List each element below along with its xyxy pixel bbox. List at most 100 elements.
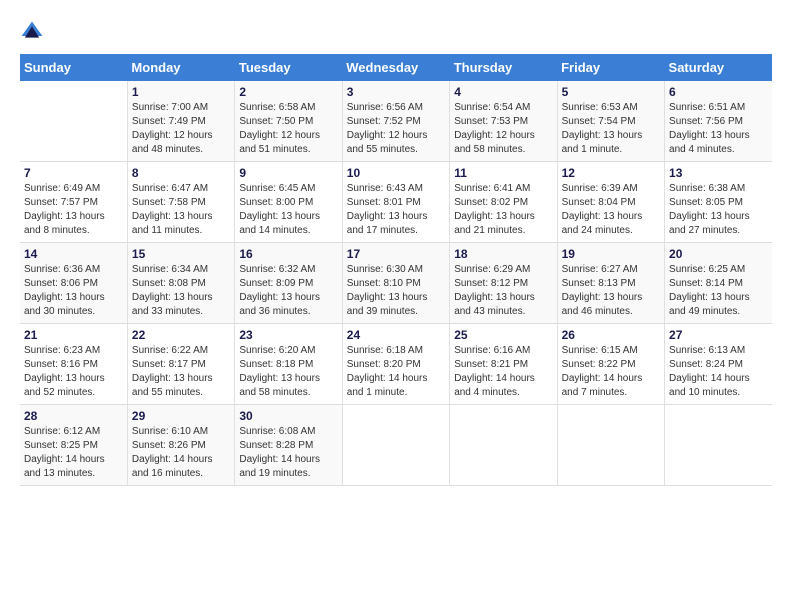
day-info: Sunrise: 6:38 AMSunset: 8:05 PMDaylight:… [669, 183, 750, 236]
calendar-cell: 9 Sunrise: 6:45 AMSunset: 8:00 PMDayligh… [235, 162, 342, 243]
day-number: 5 [562, 85, 660, 99]
day-info: Sunrise: 6:08 AMSunset: 8:28 PMDaylight:… [239, 426, 320, 479]
header-thursday: Thursday [450, 54, 557, 81]
day-info: Sunrise: 6:56 AMSunset: 7:52 PMDaylight:… [347, 102, 428, 155]
header-monday: Monday [127, 54, 234, 81]
header-wednesday: Wednesday [342, 54, 449, 81]
calendar-cell: 16 Sunrise: 6:32 AMSunset: 8:09 PMDaylig… [235, 243, 342, 324]
calendar-cell: 12 Sunrise: 6:39 AMSunset: 8:04 PMDaylig… [557, 162, 664, 243]
day-number: 6 [669, 85, 768, 99]
calendar-cell: 29 Sunrise: 6:10 AMSunset: 8:26 PMDaylig… [127, 405, 234, 486]
day-info: Sunrise: 6:22 AMSunset: 8:17 PMDaylight:… [132, 345, 213, 398]
calendar-week-2: 7 Sunrise: 6:49 AMSunset: 7:57 PMDayligh… [20, 162, 772, 243]
calendar-cell: 2 Sunrise: 6:58 AMSunset: 7:50 PMDayligh… [235, 81, 342, 162]
day-number: 4 [454, 85, 552, 99]
day-number: 28 [24, 409, 123, 423]
day-number: 13 [669, 166, 768, 180]
day-number: 23 [239, 328, 337, 342]
day-info: Sunrise: 6:32 AMSunset: 8:09 PMDaylight:… [239, 264, 320, 317]
calendar-cell [20, 81, 127, 162]
calendar-cell: 3 Sunrise: 6:56 AMSunset: 7:52 PMDayligh… [342, 81, 449, 162]
day-info: Sunrise: 6:41 AMSunset: 8:02 PMDaylight:… [454, 183, 535, 236]
page-header [20, 20, 772, 44]
day-info: Sunrise: 6:25 AMSunset: 8:14 PMDaylight:… [669, 264, 750, 317]
day-info: Sunrise: 6:13 AMSunset: 8:24 PMDaylight:… [669, 345, 750, 398]
calendar-cell: 25 Sunrise: 6:16 AMSunset: 8:21 PMDaylig… [450, 324, 557, 405]
day-info: Sunrise: 6:54 AMSunset: 7:53 PMDaylight:… [454, 102, 535, 155]
header-tuesday: Tuesday [235, 54, 342, 81]
day-info: Sunrise: 6:27 AMSunset: 8:13 PMDaylight:… [562, 264, 643, 317]
day-number: 15 [132, 247, 230, 261]
day-info: Sunrise: 6:43 AMSunset: 8:01 PMDaylight:… [347, 183, 428, 236]
day-number: 1 [132, 85, 230, 99]
day-info: Sunrise: 6:23 AMSunset: 8:16 PMDaylight:… [24, 345, 105, 398]
calendar-cell: 6 Sunrise: 6:51 AMSunset: 7:56 PMDayligh… [665, 81, 772, 162]
calendar-cell [450, 405, 557, 486]
day-info: Sunrise: 6:20 AMSunset: 8:18 PMDaylight:… [239, 345, 320, 398]
calendar-cell: 26 Sunrise: 6:15 AMSunset: 8:22 PMDaylig… [557, 324, 664, 405]
calendar-cell: 20 Sunrise: 6:25 AMSunset: 8:14 PMDaylig… [665, 243, 772, 324]
calendar-cell: 15 Sunrise: 6:34 AMSunset: 8:08 PMDaylig… [127, 243, 234, 324]
day-number: 10 [347, 166, 445, 180]
day-number: 11 [454, 166, 552, 180]
calendar-cell: 28 Sunrise: 6:12 AMSunset: 8:25 PMDaylig… [20, 405, 127, 486]
day-number: 16 [239, 247, 337, 261]
day-number: 17 [347, 247, 445, 261]
day-number: 26 [562, 328, 660, 342]
day-info: Sunrise: 6:34 AMSunset: 8:08 PMDaylight:… [132, 264, 213, 317]
day-number: 27 [669, 328, 768, 342]
day-number: 9 [239, 166, 337, 180]
calendar-header-row: SundayMondayTuesdayWednesdayThursdayFrid… [20, 54, 772, 81]
calendar-cell: 14 Sunrise: 6:36 AMSunset: 8:06 PMDaylig… [20, 243, 127, 324]
day-number: 29 [132, 409, 230, 423]
day-number: 24 [347, 328, 445, 342]
day-info: Sunrise: 6:10 AMSunset: 8:26 PMDaylight:… [132, 426, 213, 479]
calendar-cell: 4 Sunrise: 6:54 AMSunset: 7:53 PMDayligh… [450, 81, 557, 162]
calendar-cell: 1 Sunrise: 7:00 AMSunset: 7:49 PMDayligh… [127, 81, 234, 162]
calendar-cell: 5 Sunrise: 6:53 AMSunset: 7:54 PMDayligh… [557, 81, 664, 162]
calendar-cell: 19 Sunrise: 6:27 AMSunset: 8:13 PMDaylig… [557, 243, 664, 324]
day-number: 14 [24, 247, 123, 261]
calendar-week-5: 28 Sunrise: 6:12 AMSunset: 8:25 PMDaylig… [20, 405, 772, 486]
header-sunday: Sunday [20, 54, 127, 81]
calendar-cell: 27 Sunrise: 6:13 AMSunset: 8:24 PMDaylig… [665, 324, 772, 405]
header-friday: Friday [557, 54, 664, 81]
day-info: Sunrise: 7:00 AMSunset: 7:49 PMDaylight:… [132, 102, 213, 155]
day-number: 22 [132, 328, 230, 342]
calendar-week-4: 21 Sunrise: 6:23 AMSunset: 8:16 PMDaylig… [20, 324, 772, 405]
day-info: Sunrise: 6:47 AMSunset: 7:58 PMDaylight:… [132, 183, 213, 236]
calendar-cell [557, 405, 664, 486]
calendar-week-3: 14 Sunrise: 6:36 AMSunset: 8:06 PMDaylig… [20, 243, 772, 324]
day-number: 12 [562, 166, 660, 180]
day-number: 21 [24, 328, 123, 342]
calendar-cell: 23 Sunrise: 6:20 AMSunset: 8:18 PMDaylig… [235, 324, 342, 405]
day-number: 18 [454, 247, 552, 261]
calendar-cell: 24 Sunrise: 6:18 AMSunset: 8:20 PMDaylig… [342, 324, 449, 405]
day-info: Sunrise: 6:45 AMSunset: 8:00 PMDaylight:… [239, 183, 320, 236]
day-info: Sunrise: 6:12 AMSunset: 8:25 PMDaylight:… [24, 426, 105, 479]
day-number: 2 [239, 85, 337, 99]
day-number: 19 [562, 247, 660, 261]
day-info: Sunrise: 6:16 AMSunset: 8:21 PMDaylight:… [454, 345, 535, 398]
day-info: Sunrise: 6:18 AMSunset: 8:20 PMDaylight:… [347, 345, 428, 398]
day-number: 20 [669, 247, 768, 261]
day-number: 25 [454, 328, 552, 342]
day-info: Sunrise: 6:30 AMSunset: 8:10 PMDaylight:… [347, 264, 428, 317]
logo [20, 20, 48, 44]
day-info: Sunrise: 6:39 AMSunset: 8:04 PMDaylight:… [562, 183, 643, 236]
day-info: Sunrise: 6:15 AMSunset: 8:22 PMDaylight:… [562, 345, 643, 398]
calendar-cell: 21 Sunrise: 6:23 AMSunset: 8:16 PMDaylig… [20, 324, 127, 405]
day-number: 30 [239, 409, 337, 423]
calendar-cell: 13 Sunrise: 6:38 AMSunset: 8:05 PMDaylig… [665, 162, 772, 243]
calendar-cell: 18 Sunrise: 6:29 AMSunset: 8:12 PMDaylig… [450, 243, 557, 324]
day-info: Sunrise: 6:51 AMSunset: 7:56 PMDaylight:… [669, 102, 750, 155]
calendar-cell: 17 Sunrise: 6:30 AMSunset: 8:10 PMDaylig… [342, 243, 449, 324]
day-number: 3 [347, 85, 445, 99]
header-saturday: Saturday [665, 54, 772, 81]
calendar-cell [665, 405, 772, 486]
day-info: Sunrise: 6:49 AMSunset: 7:57 PMDaylight:… [24, 183, 105, 236]
day-number: 8 [132, 166, 230, 180]
day-info: Sunrise: 6:58 AMSunset: 7:50 PMDaylight:… [239, 102, 320, 155]
day-info: Sunrise: 6:53 AMSunset: 7:54 PMDaylight:… [562, 102, 643, 155]
calendar-cell: 22 Sunrise: 6:22 AMSunset: 8:17 PMDaylig… [127, 324, 234, 405]
